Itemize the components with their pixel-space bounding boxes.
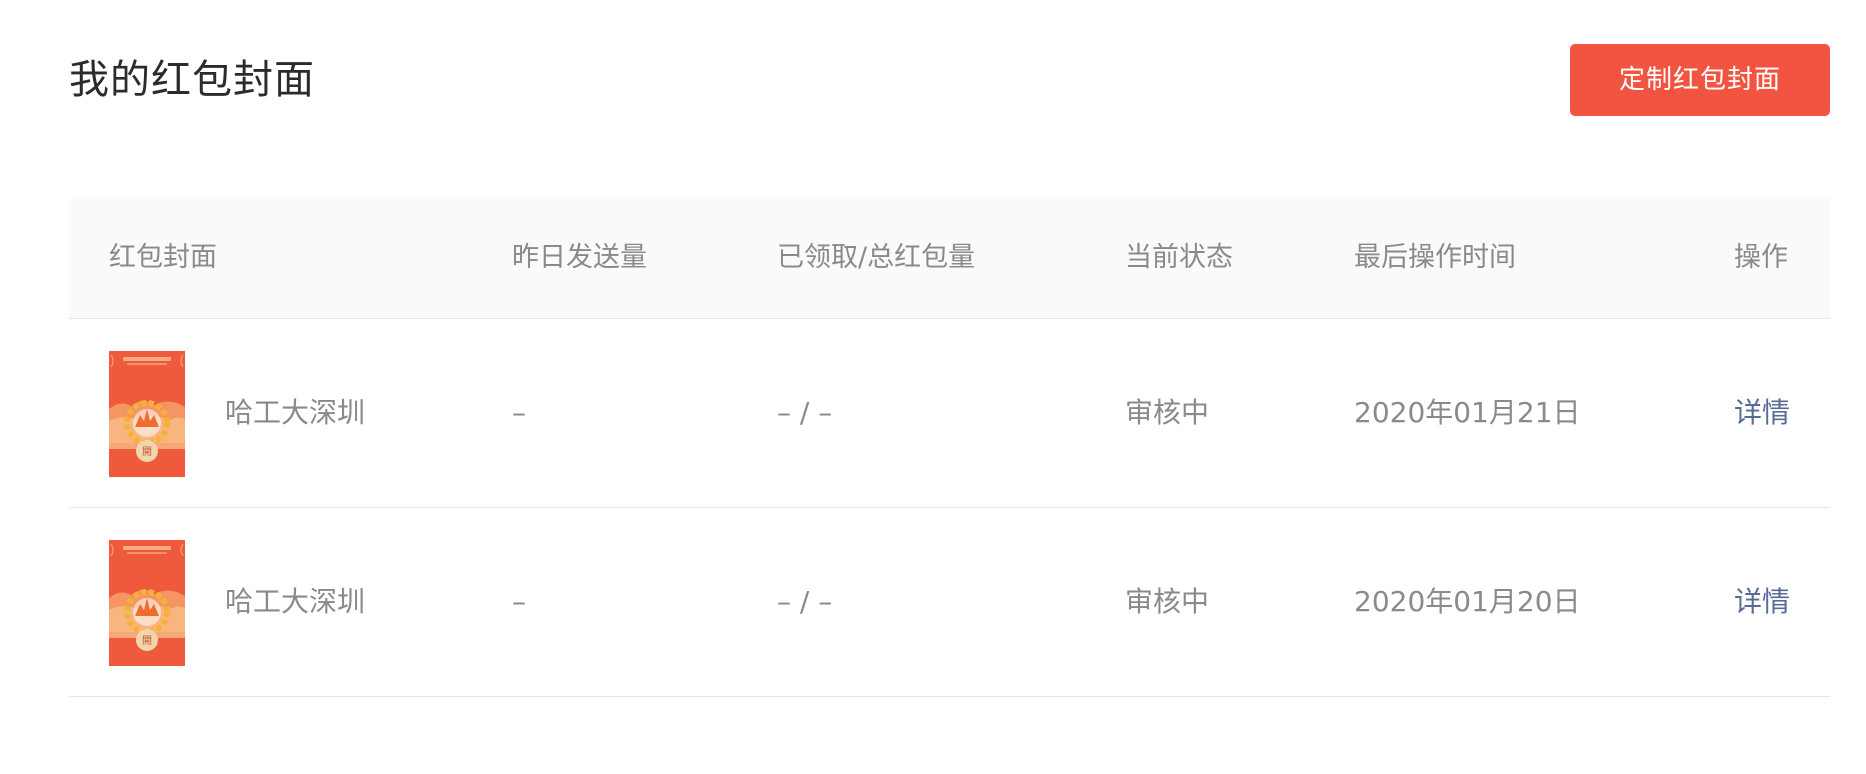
page-title: 我的红包封面 — [69, 57, 315, 103]
header-cover: 红包封面 — [109, 242, 217, 273]
detail-link[interactable]: 详情 — [1734, 319, 1790, 507]
cover-open-badge: 開 — [142, 635, 152, 647]
header-action: 操作 — [1734, 242, 1788, 273]
cover-open-badge: 開 — [142, 446, 152, 458]
received-total-value: – / – — [777, 585, 833, 618]
header-received-total: 已领取/总红包量 — [777, 242, 976, 273]
status-value: 审核中 — [1125, 396, 1210, 429]
table-row: 開 哈工大深圳 – – / – 审核中 2020年01月20日 详情 — [69, 508, 1830, 697]
table-row: 開 哈工大深圳 – – / – 审核中 2020年01月21日 详情 — [69, 319, 1830, 508]
table-header: 红包封面 昨日发送量 已领取/总红包量 当前状态 最后操作时间 操作 — [69, 198, 1830, 319]
cover-name: 哈工大深圳 — [225, 396, 366, 429]
last-operated-value: 2020年01月21日 — [1354, 396, 1581, 429]
yesterday-sent-value: – — [512, 396, 526, 429]
cover-name: 哈工大深圳 — [225, 585, 366, 618]
header-last-operated: 最后操作时间 — [1354, 242, 1516, 273]
status-value: 审核中 — [1125, 585, 1210, 618]
customize-cover-button[interactable]: 定制红包封面 — [1570, 44, 1830, 116]
received-total-value: – / – — [777, 396, 833, 429]
yesterday-sent-value: – — [512, 585, 526, 618]
detail-link[interactable]: 详情 — [1734, 508, 1790, 696]
cover-thumbnail: 開 — [109, 540, 185, 666]
header-yesterday-sent: 昨日发送量 — [512, 242, 647, 273]
cover-thumbnail: 開 — [109, 351, 185, 477]
cover-table: 红包封面 昨日发送量 已领取/总红包量 当前状态 最后操作时间 操作 開 哈工大… — [69, 198, 1830, 697]
header-status: 当前状态 — [1125, 242, 1233, 273]
last-operated-value: 2020年01月20日 — [1354, 585, 1581, 618]
